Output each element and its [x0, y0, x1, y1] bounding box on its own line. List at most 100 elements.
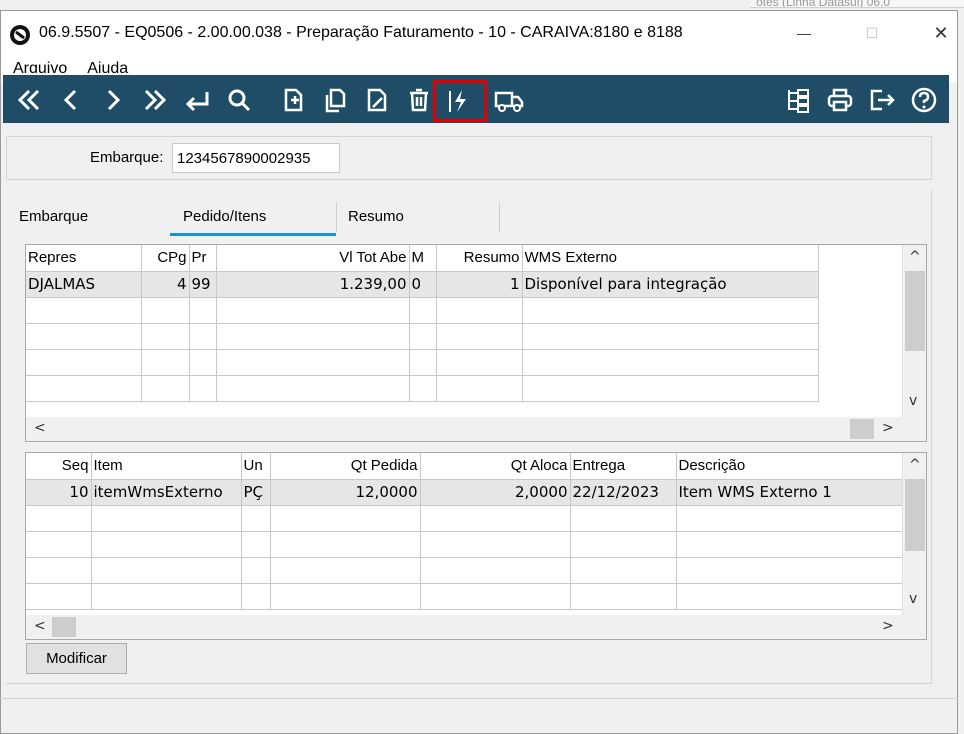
scroll-up-icon[interactable]: ^: [909, 249, 921, 265]
itens-vertical-scrollbar[interactable]: ^ v: [902, 453, 926, 615]
tab-pedido-itens[interactable]: Pedido/Itens: [183, 208, 266, 225]
tab-resumo[interactable]: Resumo: [348, 208, 404, 225]
column-header[interactable]: Item: [91, 453, 242, 480]
scroll-down-icon[interactable]: v: [909, 591, 917, 607]
tab-bar: Embarque Pedido/Itens Resumo: [6, 198, 506, 238]
cell-wms-externo: Disponível para integração: [522, 271, 819, 298]
column-header[interactable]: Seq: [26, 453, 92, 480]
double-chevron-left-icon: [17, 89, 40, 111]
minimize-icon: —: [797, 25, 811, 41]
edit-record-button[interactable]: [359, 81, 395, 119]
cell-cpg: 4: [141, 271, 190, 298]
table-row[interactable]: [26, 349, 819, 376]
column-header[interactable]: Un: [241, 453, 271, 480]
tree-view-button[interactable]: [780, 81, 816, 119]
scrollbar-thumb[interactable]: [52, 617, 76, 637]
tab-embarque[interactable]: Embarque: [19, 208, 88, 225]
truck-icon: [494, 91, 524, 112]
cell-entrega: 22/12/2023: [570, 479, 677, 506]
scroll-right-icon[interactable]: >: [882, 618, 894, 634]
close-icon: ✕: [933, 22, 949, 43]
column-header[interactable]: Qt Aloca: [420, 453, 571, 480]
scroll-right-icon[interactable]: >: [882, 420, 894, 436]
column-header[interactable]: Vl Tot Abe: [216, 245, 410, 272]
close-button[interactable]: ✕: [921, 19, 961, 47]
tab-divider: [336, 202, 337, 232]
table-row[interactable]: [26, 323, 819, 350]
exit-button[interactable]: [864, 81, 900, 119]
column-header[interactable]: Pr: [189, 245, 217, 272]
pedidos-header-row: Repres CPg Pr Vl Tot Abe M Resumo WMS Ex…: [26, 245, 819, 272]
tab-divider: [499, 202, 500, 232]
toolbar: [3, 73, 949, 123]
column-header[interactable]: Resumo: [436, 245, 523, 272]
cell-m: 0: [409, 271, 437, 298]
itens-horizontal-scrollbar[interactable]: < >: [26, 615, 926, 639]
table-row[interactable]: [26, 583, 903, 610]
new-record-button[interactable]: [275, 81, 311, 119]
embarque-field[interactable]: 1234567890002935: [172, 143, 340, 173]
status-bar-divider: [0, 698, 958, 699]
pedidos-table: Repres CPg Pr Vl Tot Abe M Resumo WMS Ex…: [26, 245, 819, 402]
tree-structure-icon: [788, 89, 809, 113]
modificar-button[interactable]: Modificar: [26, 643, 127, 674]
search-button[interactable]: [221, 81, 257, 119]
cell-resumo: 1: [436, 271, 523, 298]
execute-button[interactable]: [433, 80, 487, 122]
scrollbar-thumb[interactable]: [905, 271, 925, 351]
column-header[interactable]: Descrição: [676, 453, 903, 480]
scroll-down-icon[interactable]: v: [909, 393, 917, 409]
column-header[interactable]: M: [409, 245, 437, 272]
maximize-button[interactable]: ☐: [852, 19, 892, 47]
table-row[interactable]: [26, 505, 903, 532]
scroll-left-icon[interactable]: <: [34, 420, 46, 436]
scroll-up-icon[interactable]: ^: [909, 457, 921, 473]
delete-record-button[interactable]: [401, 81, 437, 119]
table-row[interactable]: 10 itemWmsExterno PÇ 12,0000 2,0000 22/1…: [26, 479, 903, 506]
scrollbar-thumb[interactable]: [905, 479, 925, 551]
shipment-button[interactable]: [489, 81, 529, 119]
help-icon: [911, 87, 937, 113]
cell-seq: 10: [26, 479, 92, 506]
table-row[interactable]: [26, 297, 819, 324]
window-title: 06.9.5507 - EQ0506 - 2.00.00.038 - Prepa…: [39, 24, 683, 41]
exit-door-icon: [870, 89, 895, 111]
column-header[interactable]: Entrega: [570, 453, 677, 480]
column-header[interactable]: CPg: [141, 245, 190, 272]
app-logo-icon: [10, 25, 30, 45]
column-header[interactable]: Repres: [26, 245, 142, 272]
copy-record-button[interactable]: [317, 81, 353, 119]
active-tab-indicator: [170, 233, 336, 236]
copy-icon: [325, 88, 346, 113]
scrollbar-thumb[interactable]: [850, 419, 874, 439]
help-button[interactable]: [906, 81, 942, 119]
title-bar: 06.9.5507 - EQ0506 - 2.00.00.038 - Prepa…: [1, 11, 957, 55]
pedidos-vertical-scrollbar[interactable]: ^ v: [902, 245, 926, 417]
table-row[interactable]: DJALMAS 4 99 1.239,00 0 1 Disponível par…: [26, 271, 819, 298]
itens-header-row: Seq Item Un Qt Pedida Qt Aloca Entrega D…: [26, 453, 903, 480]
return-arrow-icon: [185, 92, 209, 112]
table-row[interactable]: [26, 557, 903, 584]
last-record-button[interactable]: [137, 81, 173, 119]
printer-icon: [827, 88, 853, 112]
column-header[interactable]: Qt Pedida: [270, 453, 421, 480]
table-row[interactable]: [26, 531, 903, 558]
scroll-left-icon[interactable]: <: [34, 618, 46, 634]
print-button[interactable]: [822, 81, 858, 119]
chevron-left-icon: [63, 89, 77, 111]
itens-grid[interactable]: Seq Item Un Qt Pedida Qt Aloca Entrega D…: [25, 452, 927, 640]
first-record-button[interactable]: [11, 81, 47, 119]
column-header[interactable]: WMS Externo: [522, 245, 819, 272]
next-record-button[interactable]: [95, 81, 131, 119]
embarque-panel: Embarque: 1234567890002935: [6, 136, 932, 180]
pedidos-grid[interactable]: Repres CPg Pr Vl Tot Abe M Resumo WMS Ex…: [25, 244, 927, 442]
cell-qt-pedida: 12,0000: [270, 479, 421, 506]
background-window-title: otes (Linha Datasul) 06.0: [756, 0, 891, 8]
cell-pr: 99: [189, 271, 217, 298]
previous-record-button[interactable]: [53, 81, 89, 119]
go-to-button[interactable]: [179, 81, 215, 119]
minimize-button[interactable]: —: [784, 19, 824, 47]
table-row[interactable]: [26, 375, 819, 402]
pedidos-horizontal-scrollbar[interactable]: < >: [26, 417, 926, 441]
search-icon: [228, 89, 251, 112]
